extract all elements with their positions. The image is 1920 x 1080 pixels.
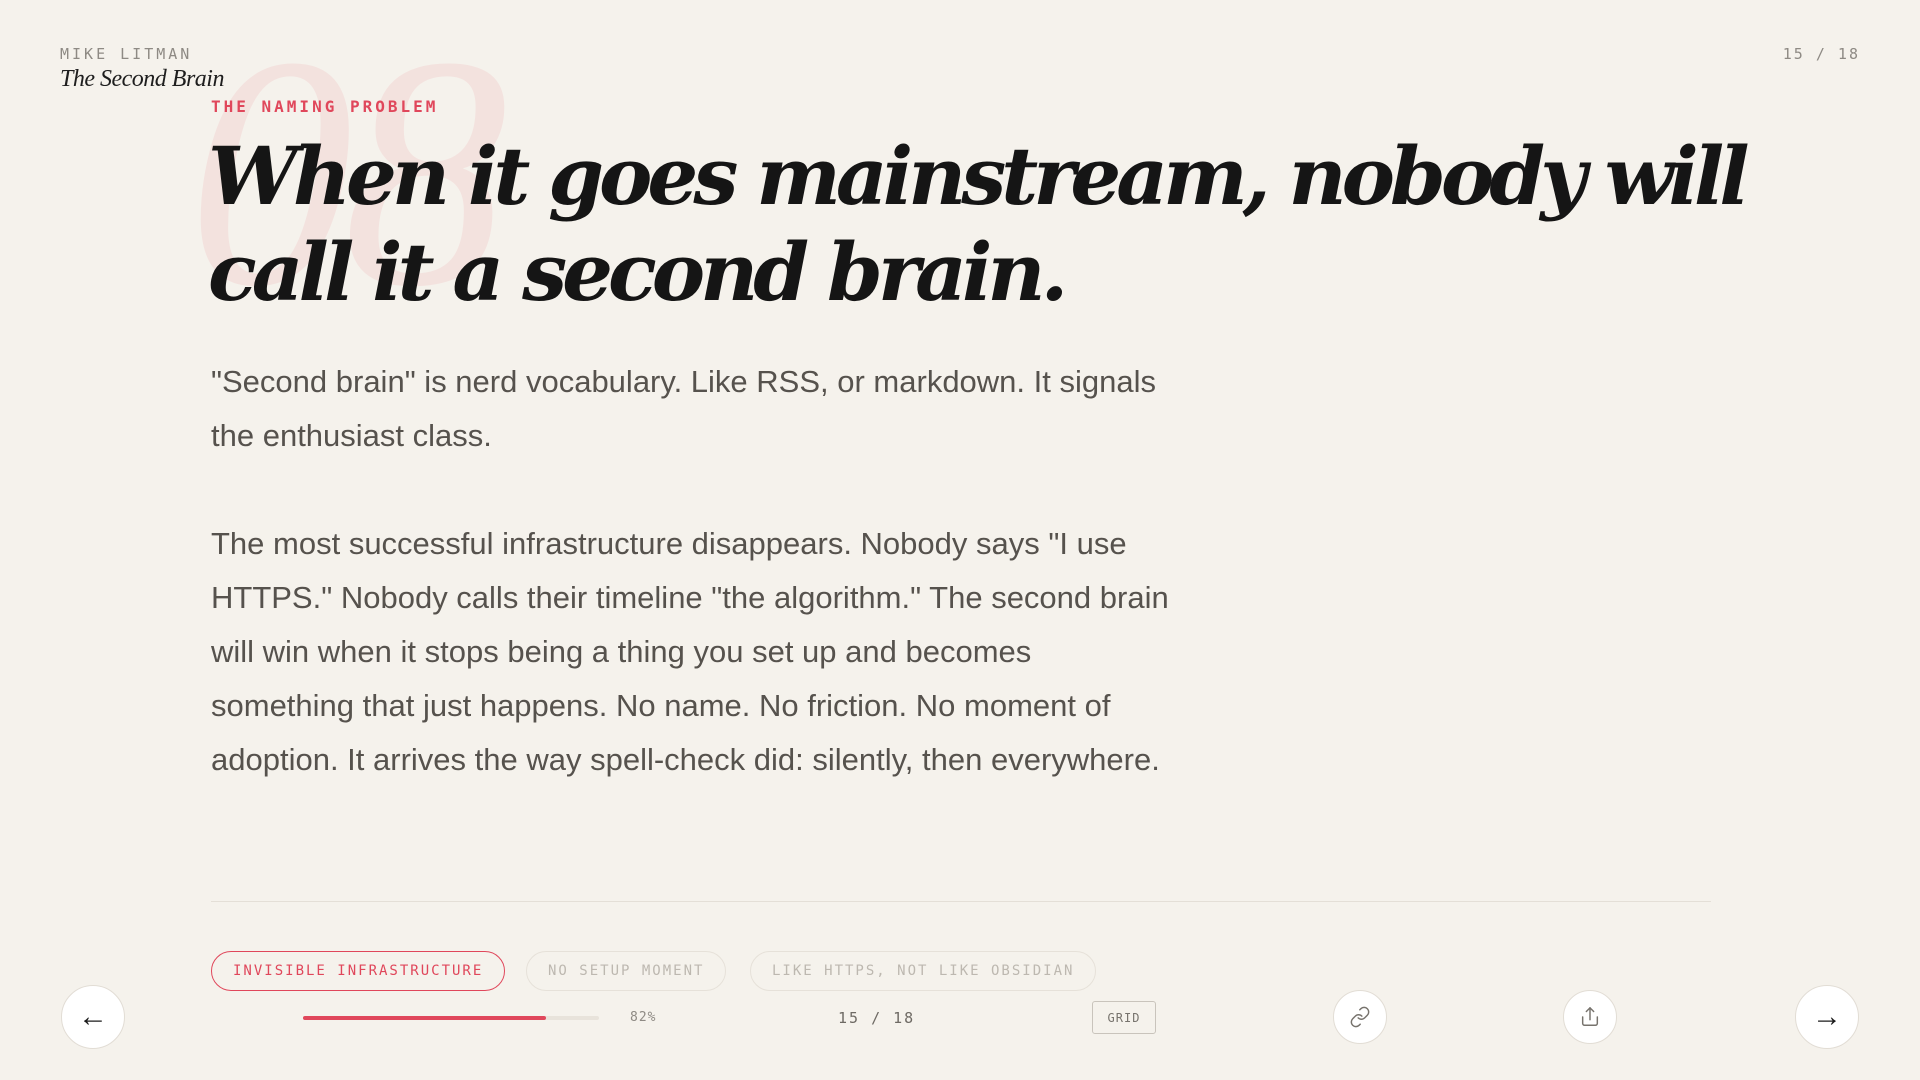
progress-bar [303,1016,599,1020]
link-icon [1350,1006,1370,1028]
divider [211,901,1711,902]
slide-headline: When it goes mainstream, nobody will cal… [208,129,1750,319]
author-name: MIKE LITMAN [60,45,193,63]
share-button[interactable] [1563,990,1617,1044]
share-icon [1581,1007,1599,1026]
body-text: "Second brain" is nerd vocabulary. Like … [211,355,1171,841]
next-slide-button[interactable]: → [1795,985,1859,1049]
tag-like-https[interactable]: LIKE HTTPS, NOT LIKE OBSIDIAN [750,951,1097,991]
prev-slide-button[interactable]: ← [61,985,125,1049]
section-kicker: THE NAMING PROBLEM [211,97,439,116]
page-counter-top: 15 / 18 [1782,45,1860,63]
grid-view-button[interactable]: GRID [1092,1001,1156,1034]
body-paragraph: "Second brain" is nerd vocabulary. Like … [211,364,1156,453]
arrow-right-icon: → [1812,1000,1842,1033]
progress-bar-fill [303,1016,546,1020]
page-counter-bottom: 15 / 18 [838,1009,916,1027]
copy-link-button[interactable] [1333,990,1387,1044]
tag-invisible-infrastructure[interactable]: INVISIBLE INFRASTRUCTURE [211,951,506,991]
progress-label: 82% [630,1010,657,1025]
body-paragraph: The most successful infrastructure disap… [211,526,1169,777]
arrow-left-icon: ← [78,1000,108,1033]
tag-no-setup-moment[interactable]: NO SETUP MOMENT [526,951,727,991]
